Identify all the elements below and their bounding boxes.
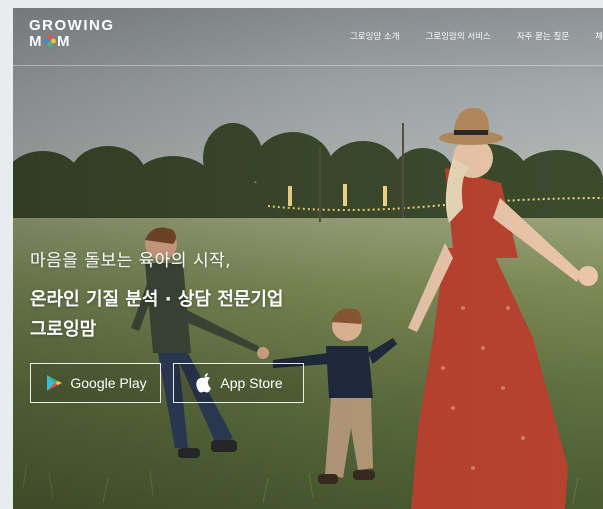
logo-letter-m1: M [29, 33, 43, 50]
nav-item-services[interactable]: 그로잉맘의 서비스 [426, 30, 491, 42]
main-nav: 그로잉맘 소개 그로잉맘의 서비스 자주 묻는 질문 체 [350, 30, 603, 42]
hero-title: 온라인 기질 분석 · 상담 전문기업 그로잉맘 [30, 285, 283, 345]
nav-item-experience[interactable]: 체 [595, 30, 603, 42]
logo-text-mom: MM [29, 34, 115, 50]
hero-section: GROWING MM 그로잉맘 소개 그로잉맘의 서비스 자주 묻는 질문 체 … [13, 8, 603, 509]
google-play-label: Google Play [70, 375, 147, 391]
hero-title-line2: 그로잉맘 [30, 319, 97, 340]
app-store-buttons: Google Play App Store [30, 363, 304, 403]
hero-subtitle: 마음을 돌보는 육아의 시작, [30, 251, 232, 271]
logo-flower-icon [44, 35, 56, 47]
google-play-button[interactable]: Google Play [30, 363, 161, 403]
growing-mom-logo[interactable]: GROWING MM [29, 18, 115, 50]
nav-item-about[interactable]: 그로잉맘 소개 [350, 30, 400, 42]
logo-letter-m2: M [57, 33, 71, 50]
nav-item-faq[interactable]: 자주 묻는 질문 [517, 30, 569, 42]
app-store-button[interactable]: App Store [173, 363, 304, 403]
hero-copy: 마음을 돌보는 육아의 시작, 온라인 기질 분석 · 상담 전문기업 그로잉맘 [30, 246, 283, 345]
logo-text-growing: GROWING [29, 17, 115, 34]
app-store-label: App Store [220, 375, 283, 391]
hero-title-line1: 온라인 기질 분석 · 상담 전문기업 [30, 289, 284, 310]
apple-icon [196, 373, 212, 393]
site-header: GROWING MM 그로잉맘 소개 그로잉맘의 서비스 자주 묻는 질문 체 [13, 8, 603, 66]
google-play-icon [47, 375, 63, 391]
